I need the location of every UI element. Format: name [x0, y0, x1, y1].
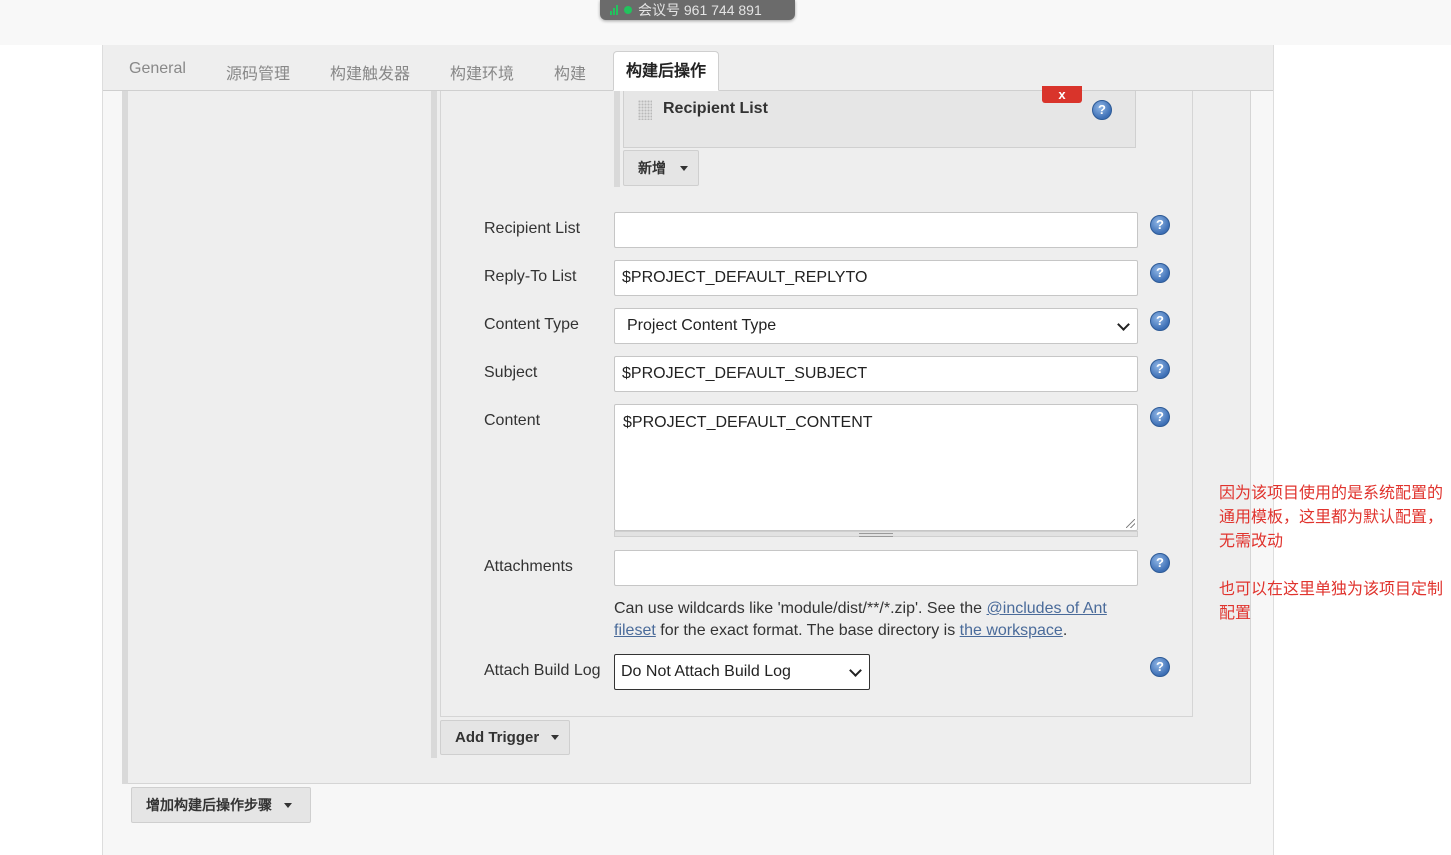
- tab-post-build-actions[interactable]: 构建后操作: [613, 51, 720, 91]
- caret-down-icon: [551, 735, 560, 740]
- recording-dot-icon: [624, 6, 632, 14]
- help-icon[interactable]: ?: [1150, 311, 1170, 331]
- drag-handle-icon[interactable]: [638, 100, 652, 120]
- help-icon[interactable]: ?: [1150, 553, 1170, 573]
- content-type-value: Project Content Type: [627, 317, 777, 334]
- content-label: Content: [484, 412, 541, 429]
- caret-down-icon: [680, 165, 688, 171]
- add-trigger-label: Add Trigger: [455, 729, 540, 746]
- help-icon[interactable]: ?: [1092, 100, 1112, 120]
- attachments-label: Attachments: [484, 558, 573, 575]
- recipient-list-input[interactable]: [614, 212, 1138, 248]
- attach-build-log-value: Do Not Attach Build Log: [621, 663, 791, 680]
- tab-general[interactable]: General: [129, 60, 186, 78]
- recipient-block-title: Recipient List: [663, 100, 768, 117]
- add-trigger-button[interactable]: Add Trigger: [440, 720, 570, 755]
- annotation-note-default: 因为该项目使用的是系统配置的通用模板，这里都为默认配置，无需改动: [1219, 485, 1444, 550]
- help-icon[interactable]: ?: [1150, 215, 1170, 235]
- subject-label: Subject: [484, 364, 538, 381]
- content-type-label: Content Type: [484, 316, 579, 333]
- attachments-hint: Can use wildcards like 'module/dist/**/*…: [614, 600, 1107, 639]
- add-post-build-step-label: 增加构建后操作步骤: [146, 797, 272, 813]
- content-textarea[interactable]: $PROJECT_DEFAULT_CONTENT: [614, 404, 1138, 531]
- resize-grip-icon[interactable]: [1126, 519, 1135, 528]
- textarea-expand-handle[interactable]: [614, 531, 1138, 537]
- help-icon[interactable]: ?: [1150, 263, 1170, 283]
- section-bar: [122, 91, 128, 784]
- caret-down-icon: [284, 802, 292, 808]
- annotation-note-custom: 也可以在这里单独为该项目定制配置: [1219, 581, 1444, 622]
- attachments-input[interactable]: [614, 550, 1138, 586]
- config-tab-bar: General 源码管理 构建触发器 构建环境 构建 构建后操作: [103, 45, 1273, 91]
- help-icon[interactable]: ?: [1150, 359, 1170, 379]
- signal-icon: [610, 5, 618, 15]
- chevron-down-icon: [1117, 318, 1130, 331]
- help-icon[interactable]: ?: [1150, 657, 1170, 677]
- meeting-number: 会议号 961 744 891: [638, 2, 762, 18]
- tab-build-environment[interactable]: 构建环境: [450, 60, 514, 84]
- help-icon[interactable]: ?: [1150, 407, 1170, 427]
- workspace-link[interactable]: the workspace: [960, 622, 1063, 639]
- meeting-indicator[interactable]: 会议号 961 744 891: [600, 0, 795, 20]
- trigger-bar: [431, 91, 437, 758]
- reply-to-input[interactable]: $PROJECT_DEFAULT_REPLYTO: [614, 260, 1138, 296]
- chevron-down-icon: [849, 664, 862, 677]
- reply-to-label: Reply-To List: [484, 268, 577, 285]
- content-type-select[interactable]: Project Content Type: [614, 308, 1138, 344]
- tab-build[interactable]: 构建: [554, 60, 586, 84]
- add-post-build-step-button[interactable]: 增加构建后操作步骤: [131, 787, 311, 823]
- tab-build-triggers[interactable]: 构建触发器: [330, 60, 410, 84]
- attach-build-log-select[interactable]: Do Not Attach Build Log: [614, 654, 870, 690]
- add-recipient-label: 新增: [638, 160, 666, 176]
- recipient-list-label: Recipient List: [484, 220, 581, 237]
- tab-scm[interactable]: 源码管理: [226, 60, 290, 84]
- subject-input[interactable]: $PROJECT_DEFAULT_SUBJECT: [614, 356, 1138, 392]
- recipient-bar: [614, 91, 620, 187]
- content-value: $PROJECT_DEFAULT_CONTENT: [623, 414, 873, 431]
- delete-recipient-button[interactable]: x: [1042, 86, 1082, 103]
- add-recipient-button[interactable]: 新增: [623, 150, 699, 186]
- attach-build-log-label: Attach Build Log: [484, 662, 601, 679]
